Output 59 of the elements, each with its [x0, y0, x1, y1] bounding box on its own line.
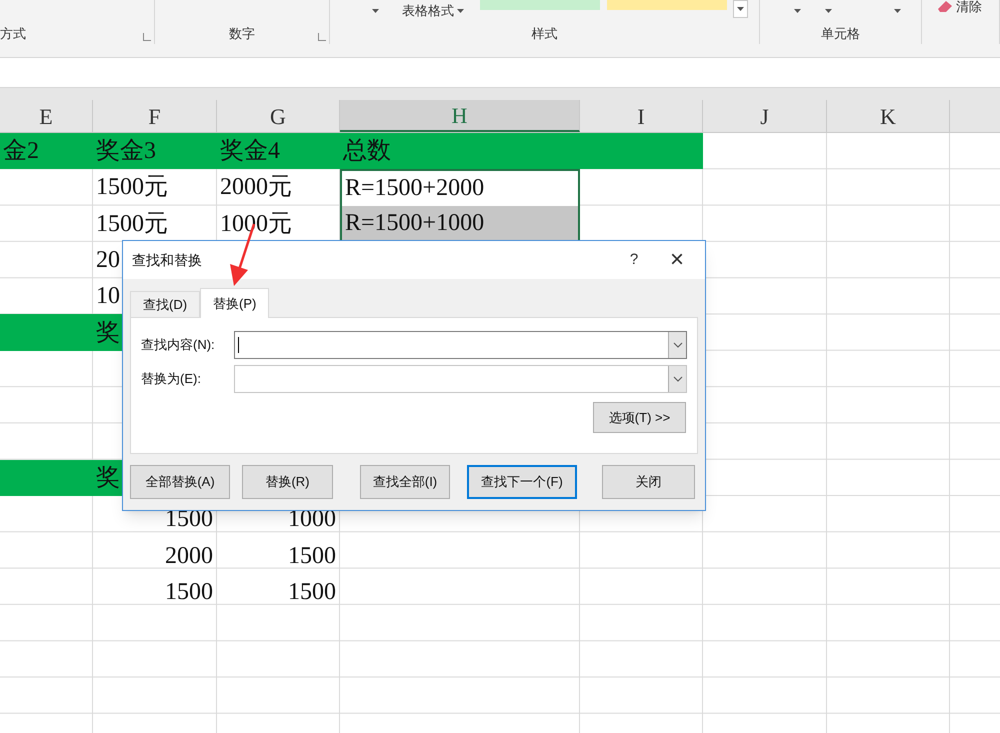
dropdown-icon[interactable]: [668, 366, 686, 392]
table-cell[interactable]: 1500元: [96, 210, 168, 238]
dialog-button[interactable]: 全部替换(A): [130, 465, 230, 499]
caret-icon[interactable]: [372, 9, 379, 13]
field-label: 替换为(E):: [141, 370, 202, 388]
gallery-scroll-button[interactable]: [733, 0, 748, 18]
dropdown-icon[interactable]: [668, 332, 686, 358]
dialog-launcher-icon[interactable]: [318, 33, 326, 41]
dialog-button[interactable]: 替换(R): [242, 465, 333, 499]
table-cell[interactable]: 1500: [165, 582, 213, 602]
table-cell[interactable]: R=1500+1000: [340, 206, 580, 242]
style-swatch[interactable]: [480, 0, 600, 10]
column-header[interactable]: F: [93, 100, 217, 132]
caret-icon[interactable]: [825, 9, 832, 13]
options-button[interactable]: 选项(T) >>: [593, 402, 686, 433]
tab[interactable]: 替换(P): [200, 288, 270, 318]
dialog-title: 查找和替换: [132, 250, 203, 270]
table-cell[interactable]: 总数: [343, 137, 391, 166]
table-cell[interactable]: R=1500+2000: [340, 169, 580, 206]
group-label: 数字: [229, 24, 255, 42]
clear-button[interactable]: 清除: [938, 0, 982, 16]
combo-field[interactable]: [234, 365, 687, 393]
caret-icon[interactable]: [894, 9, 901, 13]
caret-icon[interactable]: [794, 9, 801, 13]
table-cell[interactable]: 奖: [96, 318, 120, 347]
column-header[interactable]: I: [580, 100, 703, 132]
combo-field[interactable]: [234, 331, 687, 359]
field-label: 查找内容(N):: [141, 336, 216, 354]
table-cell[interactable]: 10: [96, 282, 120, 310]
dialog-button[interactable]: 关闭: [602, 465, 695, 499]
group-label: 样式: [532, 24, 558, 42]
tab[interactable]: 查找(D): [130, 291, 200, 317]
close-button[interactable]: ×: [649, 248, 705, 272]
dialog-button[interactable]: 查找下一个(F): [467, 465, 577, 499]
group-label: 单元格: [821, 24, 860, 42]
table-cell[interactable]: 奖: [96, 464, 120, 492]
table-cell[interactable]: 20: [96, 246, 120, 274]
column-header[interactable]: K: [827, 100, 950, 132]
caret-icon: [457, 8, 464, 13]
table-cell[interactable]: 1000元: [220, 210, 292, 238]
table-cell[interactable]: 2000元: [220, 173, 292, 202]
dialog-button[interactable]: 查找全部(I): [360, 465, 450, 499]
help-button[interactable]: ?: [619, 248, 649, 272]
column-header[interactable]: J: [703, 100, 827, 132]
caret-icon: [737, 7, 744, 11]
table-cell[interactable]: 1500元: [96, 173, 168, 202]
table-cell[interactable]: 金2: [3, 137, 39, 166]
column-header[interactable]: H: [340, 100, 580, 132]
group-label: 方式: [0, 24, 26, 42]
table-cell[interactable]: 奖金3: [96, 137, 156, 166]
eraser-icon: [938, 0, 952, 13]
table-cell[interactable]: 1500: [288, 546, 336, 566]
style-swatch[interactable]: [607, 0, 727, 10]
table-cell[interactable]: 奖金4: [220, 137, 280, 166]
dialog-launcher-icon[interactable]: [143, 33, 151, 41]
table-cell[interactable]: 2000: [165, 546, 213, 566]
table-format-button[interactable]: 表格格式: [402, 1, 464, 20]
column-header[interactable]: E: [0, 100, 93, 132]
table-cell[interactable]: 1500: [288, 582, 336, 602]
